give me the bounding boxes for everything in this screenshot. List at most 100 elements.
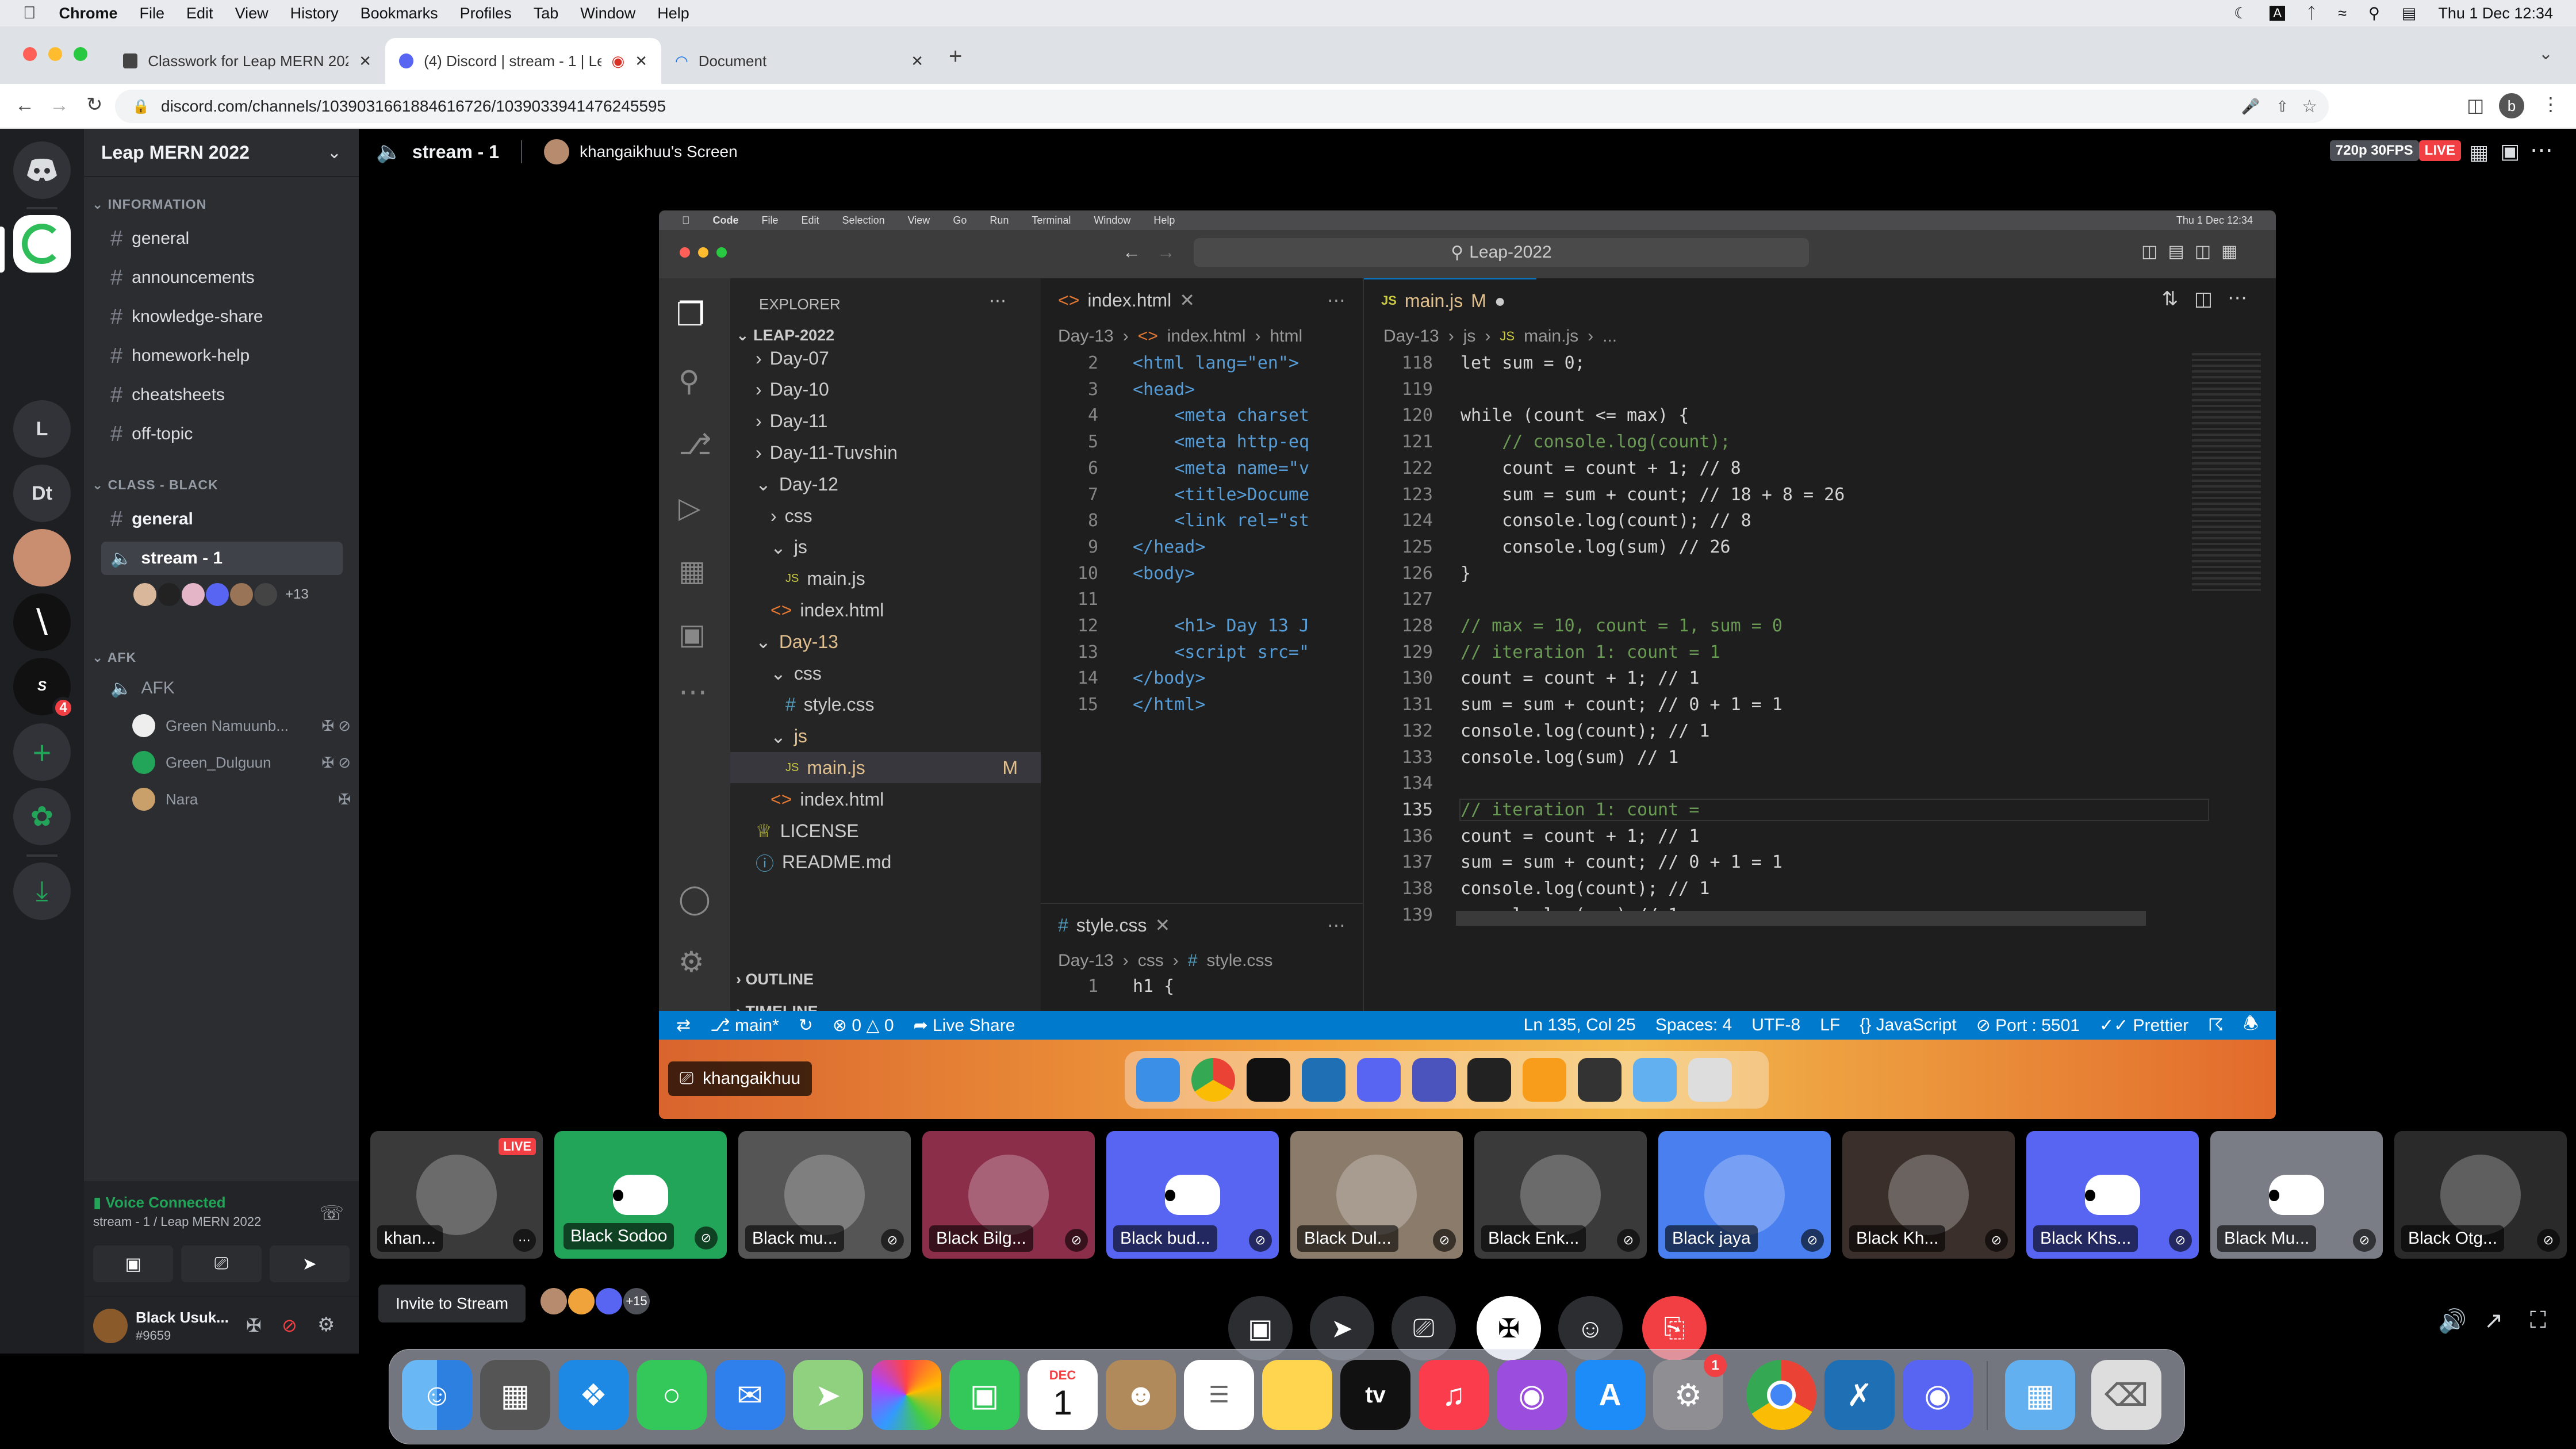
participant-tile[interactable]: Black Sodoo ⊘ <box>554 1131 727 1259</box>
channel-homework-help[interactable]: # homework-help <box>101 339 343 373</box>
chrome-menu-icon[interactable]: ⋮ <box>2542 93 2560 115</box>
participant-tile[interactable]: Black Kh... ⊘ <box>1842 1131 2015 1259</box>
afk-user-2[interactable]: Green_Dulguun ✠ ⊘ <box>132 747 351 777</box>
menu-view[interactable]: View <box>235 5 269 22</box>
menu-tab[interactable]: Tab <box>534 5 559 22</box>
channel-off-topic[interactable]: # off-topic <box>101 417 343 451</box>
category-information[interactable]: ⌄ INFORMATION <box>92 197 206 212</box>
participant-tile[interactable]: Black jaya ⊘ <box>1658 1131 1831 1259</box>
close-icon[interactable]: ✕ <box>911 52 923 70</box>
music-dock-icon[interactable]: ♫ <box>1419 1360 1489 1430</box>
guild-stripes-icon[interactable]: ⧵ <box>13 593 71 651</box>
guild-south-icon[interactable]: S 4 <box>13 658 74 719</box>
apple-icon[interactable]:  <box>23 3 36 23</box>
category-class-black[interactable]: ⌄ CLASS - BLACK <box>92 477 218 493</box>
mic-icon[interactable]: 🎤 <box>2241 98 2260 116</box>
deafen-icon[interactable]: ⊘ <box>282 1314 297 1336</box>
close-icon[interactable]: ✕ <box>359 52 371 70</box>
shared-screen[interactable]:  Code File Edit Selection View Go Run T… <box>659 210 2276 1119</box>
input-source-icon[interactable]: A <box>2270 6 2286 21</box>
participant-tile[interactable]: Black mu... ⊘ <box>738 1131 911 1259</box>
voice-channel-stream-1[interactable]: 🔈 stream - 1 <box>101 542 343 575</box>
downloads-folder-dock-icon[interactable]: ▦ <box>2005 1360 2075 1430</box>
new-tab-button[interactable]: + <box>949 44 962 70</box>
minimize-window-button[interactable] <box>48 47 62 61</box>
close-window-button[interactable] <box>23 47 37 61</box>
appstore-dock-icon[interactable]: A <box>1575 1360 1645 1430</box>
activity-button[interactable]: ➤ <box>269 1245 350 1282</box>
gear-icon[interactable]: ⚙ <box>317 1313 335 1336</box>
calendar-dock-icon[interactable]: DEC 1 <box>1028 1360 1098 1430</box>
participant-tile[interactable]: Black Otg... ⊘ <box>2394 1131 2567 1259</box>
fullscreen-icon[interactable]: ⛶ <box>2530 1308 2546 1333</box>
server-header[interactable]: Leap MERN 2022 ⌄ <box>84 129 359 177</box>
maps-dock-icon[interactable]: ➤ <box>793 1360 863 1430</box>
more-icon[interactable]: ⋯ <box>2530 137 2553 163</box>
menu-help[interactable]: Help <box>657 5 689 22</box>
mail-dock-icon[interactable]: ✉ <box>715 1360 785 1430</box>
system-settings-dock-icon[interactable]: ⚙ 1 <box>1653 1354 1727 1430</box>
facetime-dock-icon[interactable]: ▣ <box>949 1360 1019 1430</box>
share-screen-button[interactable]: ⎚ <box>181 1245 262 1282</box>
volume-icon[interactable]: 🔊 <box>2438 1308 2467 1335</box>
video-button[interactable]: ▣ <box>93 1245 174 1282</box>
channel-class-general[interactable]: # general <box>101 503 343 536</box>
voice-member-avatars[interactable]: +13 <box>133 583 309 606</box>
bookmark-star-icon[interactable]: ☆ <box>2302 97 2317 117</box>
discord-home-icon[interactable] <box>13 141 71 199</box>
afk-user-1[interactable]: Green Namuunb... ✠ ⊘ <box>132 711 351 741</box>
notes-dock-icon[interactable] <box>1262 1360 1332 1430</box>
back-icon[interactable]: ← <box>15 94 34 117</box>
tab-search-icon[interactable]: ⌄ <box>2539 44 2553 64</box>
user-name[interactable]: Black Usuk... <box>136 1309 229 1327</box>
podcasts-dock-icon[interactable]: ◉ <box>1497 1360 1567 1430</box>
channel-knowledge-share[interactable]: # knowledge-share <box>101 300 343 334</box>
zoom-window-button[interactable] <box>74 47 87 61</box>
vscode-dock-icon[interactable]: ✗ <box>1824 1360 1895 1430</box>
profile-avatar[interactable]: b <box>2499 93 2524 118</box>
finder-dock-icon[interactable]: ☺ <box>402 1360 472 1430</box>
menu-edit[interactable]: Edit <box>186 5 213 22</box>
discord-dock-icon[interactable]: ◉ <box>1903 1360 1973 1430</box>
category-afk[interactable]: ⌄ AFK <box>92 650 136 665</box>
channel-cheatsheets[interactable]: # cheatsheets <box>101 378 343 412</box>
menu-app[interactable]: Chrome <box>59 5 118 22</box>
participant-tile[interactable]: Black Khs... ⊘ <box>2026 1131 2199 1259</box>
popout-icon[interactable]: ▣ <box>2500 139 2520 163</box>
browser-tab-classwork[interactable]: Classwork for Leap MERN 202 ✕ <box>109 38 385 84</box>
guild-l[interactable]: L <box>13 400 71 458</box>
participant-tile[interactable]: khan... ⋯ LIVE <box>370 1131 543 1259</box>
launchpad-dock-icon[interactable]: ▦ <box>480 1360 550 1430</box>
menu-history[interactable]: History <box>290 5 339 22</box>
viewer-avatars[interactable]: +15 <box>540 1288 650 1314</box>
sidepanel-icon[interactable]: ◫ <box>2467 94 2484 116</box>
reload-icon[interactable]: ↻ <box>86 93 103 116</box>
wifi-icon[interactable]: ≈ <box>2338 5 2347 22</box>
contacts-dock-icon[interactable]: ☻ <box>1106 1360 1176 1430</box>
photos-dock-icon[interactable] <box>871 1360 941 1430</box>
browser-tab-discord[interactable]: (4) Discord | stream - 1 | Le ◉ ✕ <box>385 38 661 84</box>
forward-icon[interactable]: → <box>49 94 69 117</box>
guild-dt[interactable]: Dt <box>13 465 71 522</box>
chrome-dock-icon[interactable] <box>1746 1360 1816 1430</box>
menu-bookmarks[interactable]: Bookmarks <box>361 5 438 22</box>
trash-dock-icon[interactable]: ⌫ <box>2091 1360 2161 1430</box>
guild-leap-icon[interactable] <box>13 215 71 273</box>
download-apps-icon[interactable]: ⤓ <box>13 862 71 920</box>
browser-tab-document[interactable]: ◠ Document ✕ <box>661 38 937 84</box>
voice-connected-status[interactable]: ▮ Voice Connected <box>93 1194 226 1212</box>
menubar-clock[interactable]: Thu 1 Dec 12:34 <box>2438 5 2553 22</box>
participant-tile[interactable]: Black Mu... ⊘ <box>2210 1131 2383 1259</box>
participant-tile[interactable]: Black Bilg... ⊘ <box>922 1131 1095 1259</box>
share-icon[interactable]: ⇧ <box>2276 98 2288 116</box>
control-center-icon[interactable]: ▤ <box>2402 5 2417 22</box>
explore-compass-icon[interactable]: ✿ <box>13 788 71 845</box>
participant-tile[interactable]: Black Dul... ⊘ <box>1290 1131 1463 1259</box>
messages-dock-icon[interactable]: ○ <box>637 1360 707 1430</box>
reminders-dock-icon[interactable]: ☰ <box>1184 1360 1254 1430</box>
menu-profiles[interactable]: Profiles <box>460 5 512 22</box>
afk-user-3[interactable]: Nara ✠ <box>132 784 351 814</box>
address-bar[interactable]: 🔒 discord.com/channels/10390316618846167… <box>115 90 2329 123</box>
bluetooth-icon[interactable]: ᛏ <box>2307 5 2316 22</box>
close-icon[interactable]: ✕ <box>635 52 647 70</box>
